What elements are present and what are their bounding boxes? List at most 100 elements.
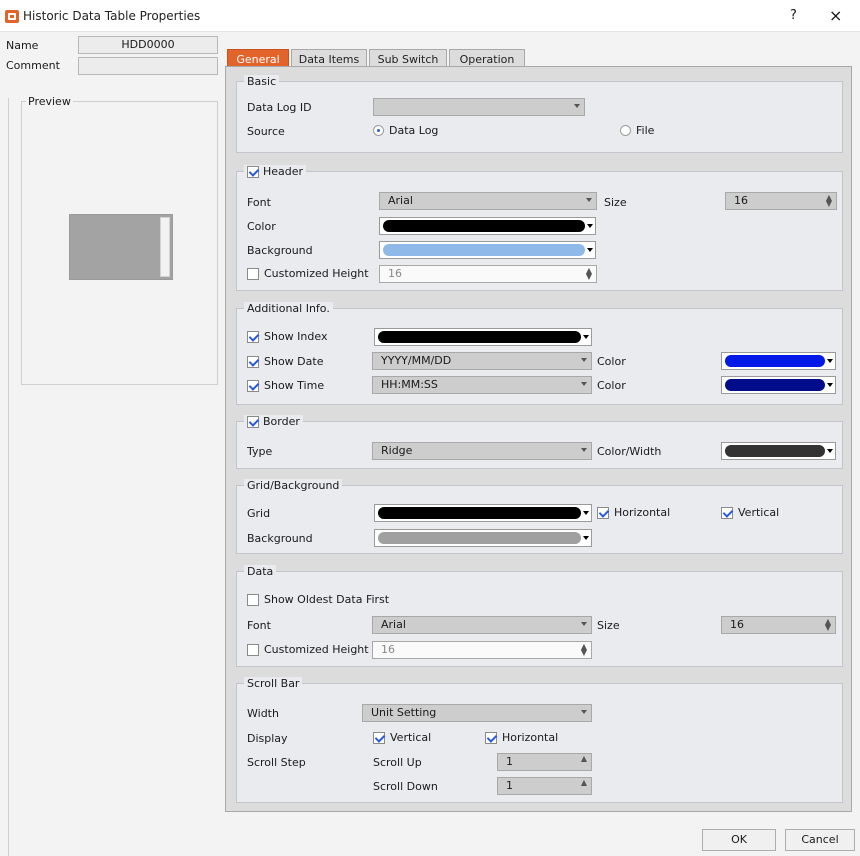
data-customized-height-checkbox[interactable]: Customized Height bbox=[247, 643, 369, 656]
checkbox-checked-icon bbox=[247, 415, 259, 428]
show-index-checkbox[interactable]: Show Index bbox=[247, 330, 327, 343]
preview-label: Preview bbox=[26, 95, 73, 108]
oldest-first-checkbox[interactable]: Show Oldest Data First bbox=[247, 593, 389, 606]
data-size-stepper[interactable]: 16 ▲ ▼ bbox=[721, 616, 836, 634]
chevron-down-icon bbox=[581, 358, 587, 362]
additional-info-section: Additional Info. Show Index Show Date YY… bbox=[236, 302, 843, 405]
data-height-stepper[interactable]: 16 ▲ ▼ bbox=[372, 641, 592, 659]
radio-selected-icon bbox=[373, 125, 384, 136]
header-background-picker[interactable] bbox=[379, 241, 596, 259]
border-toggle[interactable]: Border bbox=[244, 415, 303, 428]
source-datalog-radio[interactable]: Data Log bbox=[373, 124, 438, 137]
checkbox-checked-icon bbox=[597, 506, 609, 519]
header-size-stepper[interactable]: 16 ▲ ▼ bbox=[725, 192, 837, 210]
grid-label: Grid bbox=[247, 507, 271, 520]
scroll-display-label: Display bbox=[247, 732, 288, 745]
scroll-bar-section: Scroll Bar Width Unit Setting Display Ve… bbox=[236, 677, 843, 803]
header-size-label: Size bbox=[604, 196, 627, 209]
source-file-radio[interactable]: File bbox=[620, 124, 654, 137]
time-color-picker[interactable] bbox=[721, 376, 836, 394]
header-toggle[interactable]: Header bbox=[244, 165, 307, 178]
general-panel: Basic Data Log ID Source Data Log File H… bbox=[225, 66, 852, 812]
comment-field[interactable] bbox=[78, 57, 218, 75]
spin-icon: ▲ ▼ bbox=[585, 266, 592, 281]
chevron-down-icon bbox=[583, 335, 589, 339]
window-title: Historic Data Table Properties bbox=[23, 9, 201, 23]
border-type-label: Type bbox=[247, 445, 273, 458]
preview-group: Preview bbox=[21, 95, 218, 385]
chevron-down-icon bbox=[827, 359, 833, 363]
name-label: Name bbox=[6, 39, 39, 52]
date-color-picker[interactable] bbox=[721, 352, 836, 370]
grid-horizontal-checkbox[interactable]: Horizontal bbox=[597, 506, 670, 519]
border-section: Border Type Ridge Color/Width bbox=[236, 415, 843, 469]
spin-icon: ▲ ▼ bbox=[825, 193, 832, 208]
ok-button[interactable]: OK bbox=[702, 829, 776, 851]
checkbox-icon bbox=[247, 267, 259, 280]
header-font-label: Font bbox=[247, 196, 271, 209]
scroll-step-label: Scroll Step bbox=[247, 756, 306, 769]
border-color-width-label: Color/Width bbox=[597, 445, 662, 458]
color-swatch bbox=[725, 355, 825, 367]
show-date-checkbox[interactable]: Show Date bbox=[247, 355, 323, 368]
header-section: Header Font Arial Size 16 ▲ ▼ Color Backgr… bbox=[236, 165, 843, 291]
border-type-combo[interactable]: Ridge bbox=[372, 442, 592, 460]
help-button[interactable]: ? bbox=[790, 8, 797, 23]
name-field[interactable]: HDD0000 bbox=[78, 36, 218, 54]
color-swatch bbox=[725, 379, 825, 391]
header-color-picker[interactable] bbox=[379, 217, 596, 235]
chevron-down-icon bbox=[583, 511, 589, 515]
grid-background-section: Grid/Background Grid Horizontal Vertical… bbox=[236, 479, 843, 554]
show-time-checkbox[interactable]: Show Time bbox=[247, 379, 324, 392]
app-icon bbox=[5, 10, 19, 23]
color-swatch bbox=[378, 507, 581, 519]
scroll-horizontal-checkbox[interactable]: Horizontal bbox=[485, 731, 558, 744]
data-font-combo[interactable]: Arial bbox=[372, 616, 592, 634]
header-font-combo[interactable]: Arial bbox=[379, 192, 597, 210]
color-swatch bbox=[383, 220, 585, 232]
time-format-combo[interactable]: HH:MM:SS bbox=[372, 376, 592, 394]
color-swatch bbox=[378, 532, 581, 544]
header-color-label: Color bbox=[247, 220, 276, 233]
data-size-label: Size bbox=[597, 619, 620, 632]
date-color-label: Color bbox=[597, 355, 626, 368]
checkbox-checked-icon bbox=[247, 379, 259, 392]
left-divider bbox=[8, 98, 9, 856]
data-font-label: Font bbox=[247, 619, 271, 632]
chevron-down-icon bbox=[581, 382, 587, 386]
data-section: Data Show Oldest Data First Font Arial S… bbox=[236, 565, 843, 667]
scroll-width-combo[interactable]: Unit Setting bbox=[362, 704, 592, 722]
caret-up-icon: ▲ bbox=[580, 754, 587, 763]
show-index-color-picker[interactable] bbox=[374, 328, 592, 346]
chevron-down-icon bbox=[586, 198, 592, 202]
scroll-up-label: Scroll Up bbox=[373, 756, 422, 769]
scroll-down-label: Scroll Down bbox=[373, 780, 438, 793]
grid-color-picker[interactable] bbox=[374, 504, 592, 522]
grid-vertical-checkbox[interactable]: Vertical bbox=[721, 506, 779, 519]
header-customized-height-checkbox[interactable]: Customized Height bbox=[247, 267, 369, 280]
color-swatch bbox=[725, 445, 825, 457]
grid-background-title: Grid/Background bbox=[244, 479, 343, 492]
scroll-width-label: Width bbox=[247, 707, 279, 720]
data-log-id-combo[interactable] bbox=[373, 98, 585, 116]
checkbox-checked-icon bbox=[247, 355, 259, 368]
checkbox-checked-icon bbox=[373, 731, 385, 744]
cancel-button[interactable]: Cancel bbox=[785, 829, 855, 851]
color-swatch bbox=[378, 331, 581, 343]
color-swatch bbox=[383, 244, 585, 256]
chevron-down-icon bbox=[827, 383, 833, 387]
header-height-stepper[interactable]: 16 ▲ ▼ bbox=[379, 265, 597, 283]
checkbox-icon bbox=[247, 643, 259, 656]
grid-background-picker[interactable] bbox=[374, 529, 592, 547]
border-color-width-picker[interactable] bbox=[721, 442, 836, 460]
scroll-up-stepper[interactable]: 1 ▲ bbox=[497, 753, 592, 771]
scroll-down-stepper[interactable]: 1 ▲ bbox=[497, 777, 592, 795]
scroll-vertical-checkbox[interactable]: Vertical bbox=[373, 731, 431, 744]
dialog-window: Historic Data Table Properties ? × Name … bbox=[0, 0, 860, 856]
data-title: Data bbox=[244, 565, 277, 578]
chevron-down-icon bbox=[587, 248, 593, 252]
preview-table bbox=[69, 214, 173, 280]
close-button[interactable]: × bbox=[829, 6, 842, 25]
date-format-combo[interactable]: YYYY/MM/DD bbox=[372, 352, 592, 370]
spin-icon: ▲ ▼ bbox=[824, 617, 831, 632]
